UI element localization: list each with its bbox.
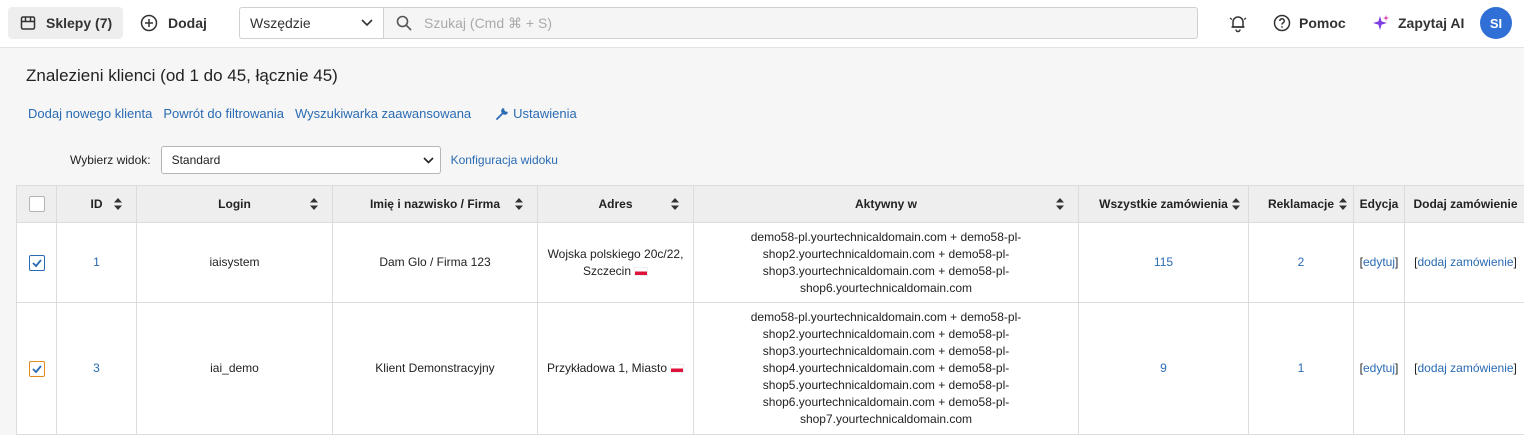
table-row: 3 iai_demo Klient Demonstracyjny Przykła… — [16, 302, 1524, 435]
view-select-value: Standard — [171, 153, 221, 167]
column-header-login[interactable]: Login — [136, 185, 333, 223]
sort-icon — [114, 198, 122, 210]
shops-button[interactable]: Sklepy (7) — [8, 7, 123, 39]
search-scope-value: Wszędzie — [250, 15, 311, 31]
settings-label: Ustawienia — [513, 106, 577, 121]
cell-orders: 115 — [1078, 222, 1249, 303]
cell-login: iaisystem — [136, 222, 333, 303]
cell-active-in: demo58-pl.yourtechnicaldomain.com + demo… — [693, 222, 1079, 303]
add-order-link[interactable]: dodaj zamówienie — [1417, 361, 1513, 375]
column-header-complaints[interactable]: Reklamacje — [1248, 185, 1354, 223]
sort-icon — [1339, 198, 1347, 210]
poland-flag-icon — [670, 364, 685, 373]
complaints-count-link[interactable]: 2 — [1298, 255, 1305, 269]
address-text: Przykładowa 1, Miasto — [546, 361, 668, 375]
complaints-count-link[interactable]: 1 — [1298, 361, 1305, 375]
view-label: Wybierz widok: — [70, 153, 151, 167]
view-select[interactable]: Standard — [160, 146, 441, 174]
cell-add-order: [dodaj zamówienie] — [1404, 222, 1524, 303]
cell-address: Przykładowa 1, Miasto — [537, 302, 694, 435]
checkmark-icon — [31, 259, 42, 268]
bell-icon — [1229, 16, 1247, 33]
table-row: 1 iaisystem Dam Glo / Firma 123 Wojska p… — [16, 222, 1524, 303]
cell-name: Dam Glo / Firma 123 — [332, 222, 538, 303]
column-header-name[interactable]: Imię i nazwisko / Firma — [332, 185, 538, 223]
cell-complaints: 2 — [1248, 222, 1354, 303]
column-header-add-order: Dodaj zamówienie — [1404, 185, 1524, 223]
back-to-filter-link[interactable]: Powrót do filtrowania — [163, 106, 284, 121]
page-title: Znalezieni klienci (od 1 do 45, łącznie … — [26, 66, 338, 85]
search-input[interactable] — [424, 15, 1024, 31]
cell-id[interactable]: 3 — [56, 302, 137, 435]
orders-count-link[interactable]: 9 — [1160, 361, 1167, 375]
checkmark-icon — [31, 365, 42, 374]
top-bar: Sklepy (7) Dodaj Wszędzie Pomoc Zapytaj … — [0, 0, 1524, 48]
cell-active-in: demo58-pl.yourtechnicaldomain.com + demo… — [693, 302, 1079, 435]
column-header-active[interactable]: Aktywny w — [693, 185, 1079, 223]
sort-icon — [671, 198, 679, 210]
orders-count-link[interactable]: 115 — [1154, 255, 1173, 269]
wrench-icon — [496, 107, 509, 120]
edit-link[interactable]: edytuj — [1363, 361, 1395, 375]
ask-ai-label: Zapytaj AI — [1398, 15, 1465, 31]
active-shops-text: demo58-pl.yourtechnicaldomain.com + demo… — [750, 229, 1022, 295]
cell-complaints: 1 — [1248, 302, 1354, 435]
add-client-link[interactable]: Dodaj nowego klienta — [28, 106, 152, 121]
clients-table: ID Login Imię i nazwisko / Firma Adres A… — [16, 185, 1524, 435]
cell-edit: [edytuj] — [1353, 302, 1405, 435]
help-button[interactable]: Pomoc — [1273, 7, 1346, 39]
sort-icon — [310, 198, 318, 210]
search-icon — [396, 15, 412, 31]
store-icon — [20, 16, 36, 30]
sort-icon — [1056, 198, 1064, 210]
sort-icon — [1232, 198, 1240, 210]
settings-link[interactable]: Ustawienia — [495, 106, 577, 121]
poland-flag-icon — [634, 266, 649, 276]
view-config-link[interactable]: Konfiguracja widoku — [451, 153, 558, 167]
cell-orders: 9 — [1078, 302, 1249, 435]
sparkle-icon — [1373, 15, 1389, 30]
shops-label: Sklepy (7) — [46, 15, 113, 31]
plus-circle-icon — [140, 14, 158, 32]
row-checkbox[interactable] — [28, 360, 45, 377]
column-header-address[interactable]: Adres — [537, 185, 694, 223]
avatar[interactable]: SI — [1480, 7, 1512, 39]
notifications-button[interactable] — [1228, 13, 1248, 38]
ask-ai-button[interactable]: Zapytaj AI — [1372, 7, 1464, 39]
edit-link[interactable]: edytuj — [1363, 255, 1395, 269]
select-all-header — [16, 185, 57, 223]
chevron-down-icon — [423, 157, 434, 164]
client-id-link[interactable]: 1 — [93, 255, 100, 269]
cell-edit: [edytuj] — [1353, 222, 1405, 303]
column-header-edit: Edycja — [1353, 185, 1405, 223]
view-selector-row: Wybierz widok: Standard Konfiguracja wid… — [70, 146, 558, 174]
question-circle-icon — [1273, 14, 1291, 32]
select-all-checkbox[interactable] — [28, 196, 45, 212]
advanced-search-link[interactable]: Wyszukiwarka zaawansowana — [295, 106, 471, 121]
active-shops-text: demo58-pl.yourtechnicaldomain.com + demo… — [750, 310, 1022, 426]
column-header-id[interactable]: ID — [56, 185, 137, 223]
cell-add-order: [dodaj zamówienie] — [1404, 302, 1524, 435]
cell-address: Wojska polskiego 20c/22, Szczecin — [537, 222, 694, 303]
sort-icon — [515, 198, 523, 210]
cell-id[interactable]: 1 — [56, 222, 137, 303]
cell-name: Klient Demonstracyjny — [332, 302, 538, 435]
chevron-down-icon — [361, 19, 373, 27]
add-order-link[interactable]: dodaj zamówienie — [1417, 255, 1513, 269]
help-label: Pomoc — [1299, 15, 1346, 31]
add-button[interactable]: Dodaj — [140, 7, 207, 39]
client-id-link[interactable]: 3 — [93, 361, 100, 375]
search-box — [383, 7, 1198, 39]
action-links: Dodaj nowego klienta Powrót do filtrowan… — [28, 106, 588, 121]
address-text: Wojska polskiego 20c/22, Szczecin — [547, 246, 684, 278]
column-header-orders[interactable]: Wszystkie zamówienia — [1078, 185, 1249, 223]
row-select-cell — [16, 302, 57, 435]
row-select-cell — [16, 222, 57, 303]
table-header-row: ID Login Imię i nazwisko / Firma Adres A… — [16, 185, 1524, 223]
cell-login: iai_demo — [136, 302, 333, 435]
search-scope-select[interactable]: Wszędzie — [239, 7, 384, 39]
row-checkbox[interactable] — [28, 254, 45, 271]
add-label: Dodaj — [168, 15, 207, 31]
